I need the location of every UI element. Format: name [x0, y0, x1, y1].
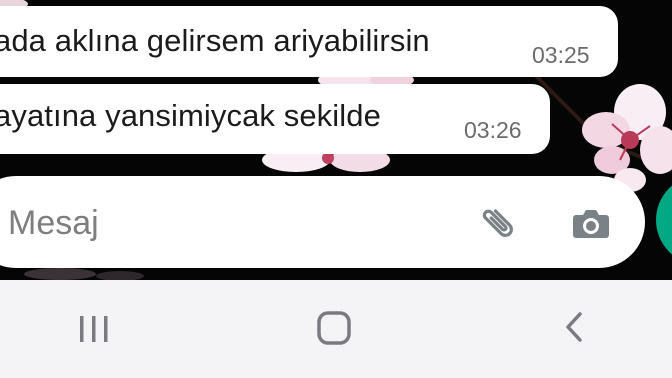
- chat-area: ada aklına gelirsem ariyabilirsin 03:25 …: [0, 0, 672, 280]
- message-bubble[interactable]: ayatına yansimiycak sekilde 03:26: [0, 84, 550, 154]
- camera-icon[interactable]: [566, 198, 616, 248]
- message-bubble[interactable]: ada aklına gelirsem ariyabilirsin 03:25: [0, 6, 618, 77]
- system-navigation-bar: [0, 280, 672, 378]
- message-timestamp: 03:26: [464, 117, 522, 143]
- back-icon[interactable]: [544, 298, 604, 358]
- message-input[interactable]: [6, 200, 410, 246]
- message-composer: [0, 176, 645, 268]
- recents-icon[interactable]: [64, 298, 124, 358]
- message-text: ayatına yansimiycak sekilde: [0, 98, 381, 133]
- home-icon[interactable]: [304, 298, 364, 358]
- paperclip-icon[interactable]: [474, 198, 524, 248]
- message-timestamp: 03:25: [532, 42, 590, 68]
- message-text: ada aklına gelirsem ariyabilirsin: [0, 23, 430, 58]
